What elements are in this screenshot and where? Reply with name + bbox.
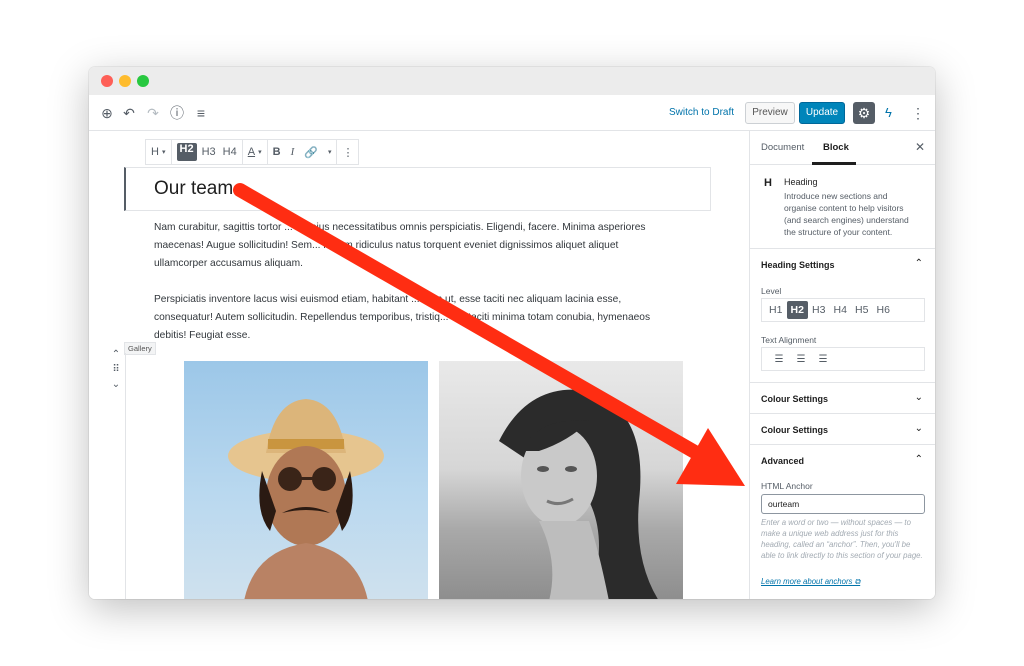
sidebar-level-h3[interactable]: H3 — [808, 301, 830, 319]
preview-button[interactable]: Preview — [745, 102, 795, 124]
editor-top-toolbar: ⊕ ↶ ↷ ⓘ ≡ Switch to Draft Preview Update… — [89, 95, 935, 131]
more-formats-chevron-icon[interactable]: ▾ — [323, 140, 337, 164]
heading-block-icon: H — [764, 177, 772, 189]
paragraph-block-1[interactable]: Nam curabitur, sagittis tortor ... illo … — [154, 219, 674, 273]
advanced-toggle[interactable]: Advanced ⌃ — [750, 445, 935, 476]
drag-handle-icon[interactable]: ⠿ — [109, 362, 123, 377]
italic-button[interactable]: I — [286, 140, 300, 164]
align-center-icon[interactable]: ☰ — [790, 354, 812, 365]
link-icon[interactable]: 🔗 — [299, 140, 323, 164]
tab-block[interactable]: Block — [823, 142, 849, 153]
heading-settings-title: Heading Settings — [761, 260, 835, 270]
colour-settings-panel-2[interactable]: Colour Settings ⌄ — [750, 414, 935, 445]
colour-settings-title-2: Colour Settings — [761, 425, 828, 435]
move-down-icon[interactable]: ⌄ — [109, 377, 123, 392]
heading-block[interactable]: Our team — [124, 167, 711, 211]
sidebar-tabs: Document Block ✕ — [750, 131, 935, 165]
gallery-image-man-with-hat[interactable] — [184, 361, 428, 599]
minimize-window-dot[interactable] — [119, 75, 131, 87]
chevron-down-icon: ⌄ — [914, 423, 923, 434]
sidebar-level-h5[interactable]: H5 — [851, 301, 873, 319]
align-right-icon[interactable]: ☰ — [812, 354, 834, 365]
maximize-window-dot[interactable] — [137, 75, 149, 87]
paragraph-block-2[interactable]: Perspiciatis inventore lacus wisi euismo… — [154, 291, 674, 345]
gallery-block-border — [125, 353, 126, 599]
heading-settings-toggle[interactable]: Heading Settings ⌃ — [750, 249, 935, 280]
colour-settings-panel-1[interactable]: Colour Settings ⌄ — [750, 383, 935, 414]
heading-settings-panel: Heading Settings ⌃ Level H1 H2 H3 H4 H5 … — [750, 249, 935, 383]
text-color-button[interactable]: A ▾ — [243, 140, 267, 164]
advanced-title: Advanced — [761, 456, 805, 466]
settings-gear-icon[interactable]: ⚙ — [853, 102, 875, 124]
sidebar-level-h2[interactable]: H2 — [786, 301, 808, 319]
level-h4-button[interactable]: H4 — [223, 146, 237, 158]
level-label: Level — [761, 286, 782, 296]
block-toolbar: H ▾ H2 H3 H4 A ▾ B I 🔗 ▾ ⋮ — [145, 139, 360, 165]
outline-icon[interactable]: ≡ — [193, 105, 209, 121]
level-h3-button[interactable]: H3 — [202, 146, 216, 158]
learn-more-anchors-link[interactable]: Learn more about anchors ⧉ — [761, 577, 860, 587]
gallery-image-woman[interactable] — [439, 361, 683, 599]
heading-text[interactable]: Our team — [154, 178, 233, 200]
tab-document[interactable]: Document — [761, 142, 804, 153]
block-type-switcher[interactable]: H ▾ — [146, 140, 171, 164]
block-card-description: Introduce new sections and organise cont… — [784, 191, 909, 237]
close-window-dot[interactable] — [101, 75, 113, 87]
html-anchor-label: HTML Anchor — [761, 481, 813, 491]
title-bar — [89, 67, 935, 95]
sidebar-level-h4[interactable]: H4 — [830, 301, 852, 319]
editor-canvas: H ▾ H2 H3 H4 A ▾ B I 🔗 ▾ ⋮ Our team Nam … — [89, 131, 749, 599]
html-anchor-input[interactable]: ourteam — [761, 494, 925, 514]
add-block-icon[interactable]: ⊕ — [99, 105, 115, 121]
undo-icon[interactable]: ↶ — [121, 105, 137, 121]
chevron-up-icon: ⌃ — [914, 454, 923, 465]
browser-window: ⊕ ↶ ↷ ⓘ ≡ Switch to Draft Preview Update… — [89, 67, 935, 599]
close-sidebar-icon[interactable]: ✕ — [915, 140, 925, 154]
advanced-panel: Advanced ⌃ HTML Anchor ourteam Enter a w… — [750, 445, 935, 599]
sidebar-level-h1[interactable]: H1 — [765, 301, 787, 319]
align-left-icon[interactable]: ☰ — [768, 354, 790, 365]
chevron-up-icon: ⌃ — [914, 258, 923, 269]
chevron-down-icon: ⌄ — [914, 392, 923, 403]
update-button[interactable]: Update — [799, 102, 845, 124]
text-alignment-label: Text Alignment — [761, 335, 817, 345]
redo-icon[interactable]: ↷ — [145, 105, 161, 121]
block-card-title: Heading — [784, 177, 818, 187]
more-options-icon[interactable]: ⋮ — [911, 105, 925, 122]
bolt-icon[interactable]: ϟ — [885, 105, 892, 120]
block-more-options-icon[interactable]: ⋮ — [337, 140, 358, 164]
colour-settings-title-1: Colour Settings — [761, 394, 828, 404]
html-anchor-help-text: Enter a word or two — without spaces — t… — [761, 518, 923, 560]
block-card: H Heading Introduce new sections and org… — [750, 165, 935, 249]
alignment-selector: ☰ ☰ ☰ — [761, 347, 925, 371]
sidebar-level-h6[interactable]: H6 — [873, 301, 895, 319]
info-icon[interactable]: ⓘ — [169, 105, 185, 121]
block-movers: ⌃ ⠿ ⌄ — [109, 347, 123, 392]
move-up-icon[interactable]: ⌃ — [109, 347, 123, 362]
level-selector: H1 H2 H3 H4 H5 H6 — [761, 298, 925, 322]
switch-to-draft-link[interactable]: Switch to Draft — [669, 107, 734, 118]
gallery-block-label: Gallery — [124, 342, 156, 355]
settings-sidebar: Document Block ✕ H Heading Introduce new… — [749, 131, 935, 599]
heading-level-group: H2 H3 H4 — [172, 140, 242, 164]
bold-button[interactable]: B — [268, 140, 286, 164]
level-h2-button[interactable]: H2 — [176, 143, 197, 161]
